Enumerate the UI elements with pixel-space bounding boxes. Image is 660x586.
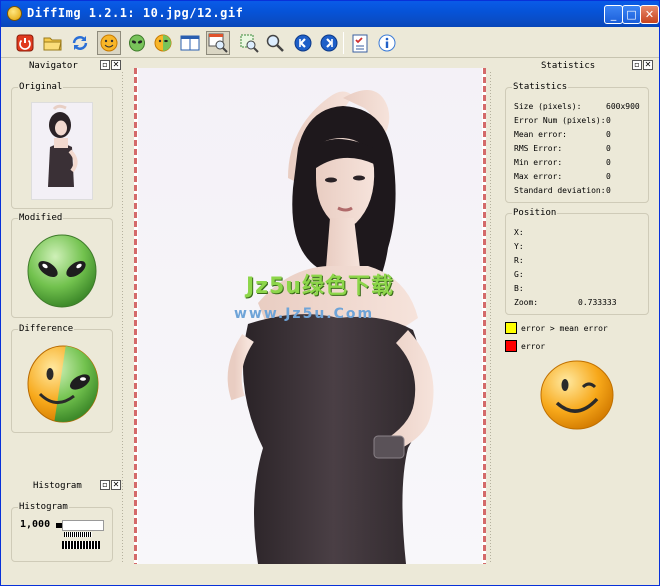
info-icon[interactable] [375, 31, 399, 55]
canvas-border-right [483, 68, 486, 564]
image-canvas[interactable]: Jz5u绿色下载 www.Jz5u.Com [134, 68, 486, 564]
statistics-group: Statistics Size (pixels): 600x900 Error N… [505, 82, 649, 203]
stat-row: Standard deviation: 0 [514, 186, 611, 195]
float-icon[interactable]: ▫ [100, 480, 110, 490]
original-thumbnail[interactable] [31, 102, 93, 200]
original-group: Original [11, 82, 113, 209]
stat-row: Min error: 0 [514, 158, 611, 167]
histogram-axis-labels [62, 541, 100, 549]
legend-swatch-yellow [505, 322, 517, 334]
position-row: B: [514, 284, 524, 293]
splitter-left[interactable] [121, 71, 124, 564]
legend-swatch-red [505, 340, 517, 352]
position-group: Position X: Y: R: G: B: Zoom: 0.733333 [505, 208, 649, 315]
zoom-icon[interactable] [263, 31, 287, 55]
navigator-dock-title: Navigator ▫ ✕ [7, 60, 121, 74]
histogram-dock-title: Histogram ▫ ✕ [7, 480, 121, 494]
alien-icon[interactable] [125, 31, 149, 55]
stat-row: Error Num (pixels): 0 [514, 116, 611, 125]
float-icon[interactable]: ▫ [100, 60, 110, 70]
position-row: G: [514, 270, 524, 279]
modified-label: Modified [18, 213, 64, 223]
histogram-group-label: Histogram [18, 502, 69, 512]
histogram-value: 1,000 [20, 519, 51, 530]
splitter-right[interactable] [489, 71, 492, 564]
canvas-border-left [134, 68, 137, 564]
statistics-group-label: Statistics [512, 82, 569, 92]
difference-label: Difference [18, 324, 75, 334]
main-window: DiffImg 1.2.1: 10.jpg/12.gif _ □ ✕ Navig… [0, 0, 660, 586]
original-label: Original [18, 82, 64, 92]
title-bar[interactable]: DiffImg 1.2.1: 10.jpg/12.gif _ □ ✕ [1, 1, 659, 27]
position-row: X: [514, 228, 524, 237]
alien-icon[interactable] [26, 233, 98, 309]
histogram-plot [62, 520, 104, 531]
dock-close-icon[interactable]: ✕ [111, 60, 121, 70]
statistics-title: Statistics [541, 61, 596, 71]
difference-group: Difference [11, 324, 113, 433]
refresh-icon[interactable] [68, 31, 92, 55]
float-icon[interactable]: ▫ [632, 60, 642, 70]
stat-row: RMS Error: 0 [514, 144, 611, 153]
toolbar-separator [343, 32, 344, 54]
open-folder-icon[interactable] [41, 31, 65, 55]
watermark-url: www.Jz5u.Com [234, 306, 375, 322]
difference-preview-icon[interactable] [26, 344, 100, 424]
legend-label-error: error [521, 342, 546, 351]
dock-close-icon[interactable]: ✕ [111, 480, 121, 490]
window-title: DiffImg 1.2.1: 10.jpg/12.gif [27, 6, 244, 20]
maximize-button[interactable]: □ [622, 5, 641, 24]
checklist-icon[interactable] [348, 31, 372, 55]
stat-row: Mean error: 0 [514, 130, 611, 139]
histogram-group: Histogram 1,000 [11, 502, 113, 562]
statistics-dock-title: Statistics ▫ ✕ [501, 60, 653, 74]
stat-row: Size (pixels): 600x900 [514, 102, 640, 111]
histogram-title: Histogram [33, 481, 82, 491]
modified-group: Modified [11, 213, 113, 318]
dock-close-icon[interactable]: ✕ [643, 60, 653, 70]
stat-row: Max error: 0 [514, 172, 611, 181]
next-icon[interactable] [317, 31, 341, 55]
position-row: Y: [514, 242, 524, 251]
legend-label-mean-error: error > mean error [521, 324, 608, 333]
position-row: Zoom: 0.733333 [514, 298, 617, 307]
navigator-title: Navigator [29, 61, 78, 71]
minimize-button[interactable]: _ [604, 5, 623, 24]
position-group-label: Position [512, 208, 558, 218]
status-smiley-icon [540, 360, 614, 430]
smiley-icon[interactable] [97, 31, 121, 55]
app-icon [7, 6, 22, 21]
previous-icon[interactable] [291, 31, 315, 55]
split-view-icon[interactable] [178, 31, 202, 55]
fit-icon[interactable] [237, 31, 261, 55]
watermark-title: Jz5u绿色下载 [246, 274, 394, 299]
quit-icon[interactable] [13, 31, 37, 55]
blend-icon[interactable] [151, 31, 175, 55]
zoom-window-icon[interactable] [206, 31, 230, 55]
histogram-ticks [64, 532, 92, 537]
compared-image[interactable]: Jz5u绿色下载 www.Jz5u.Com [138, 68, 482, 564]
close-button[interactable]: ✕ [640, 5, 659, 24]
position-row: R: [514, 256, 524, 265]
toolbar [1, 28, 659, 58]
